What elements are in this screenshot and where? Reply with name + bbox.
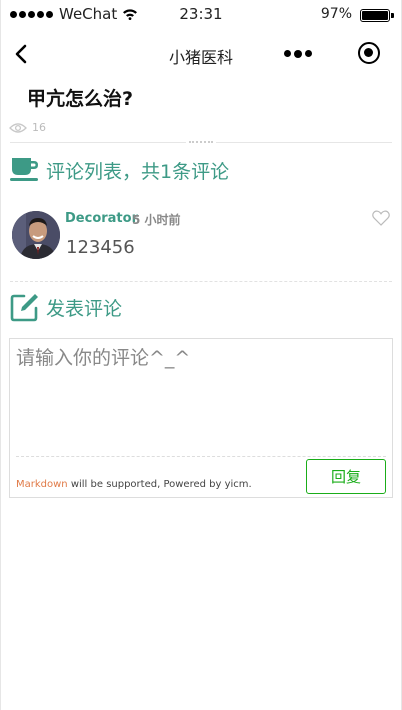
heart-icon[interactable]: [372, 210, 390, 226]
markdown-link[interactable]: Markdown: [16, 479, 68, 490]
close-mini-program-icon[interactable]: [358, 42, 380, 64]
view-count: 16: [9, 121, 46, 134]
markdown-note-text: will be supported, Powered by yicm.: [67, 479, 252, 490]
question-title: 甲亢怎么治?: [27, 88, 134, 110]
divider-ornament: [186, 139, 216, 145]
post-comment-title: 发表评论: [46, 297, 123, 320]
edit-icon: [10, 294, 38, 322]
comment-text: 123456: [66, 237, 135, 258]
comment-author[interactable]: Decorator: [65, 211, 138, 226]
avatar[interactable]: [12, 211, 60, 259]
mini-program-capsule: [284, 40, 384, 68]
status-bar: WeChat 23:31 97%: [0, 0, 402, 28]
more-icon[interactable]: [284, 49, 312, 58]
comment-list-title: 评论列表，共1条评论: [46, 160, 230, 183]
comment-input[interactable]: [10, 339, 392, 455]
avatar-image: [12, 211, 60, 259]
post-comment-header: 发表评论: [10, 292, 122, 322]
nav-bar: 小猪医科: [0, 34, 402, 74]
battery-percent: 97%: [320, 6, 352, 22]
eye-icon: [9, 122, 27, 133]
divider: [10, 281, 392, 282]
comment-form: Markdown will be supported, Powered by y…: [9, 338, 393, 498]
battery-icon: [360, 9, 394, 22]
coffee-cup-icon: [10, 158, 38, 181]
markdown-note: Markdown will be supported, Powered by y…: [16, 479, 252, 490]
comment-time: 5 小时前: [132, 213, 181, 227]
comment-list-header: 评论列表，共1条评论: [10, 155, 229, 185]
divider: [16, 456, 386, 457]
view-count-value: 16: [32, 121, 46, 134]
reply-button[interactable]: 回复: [306, 459, 386, 494]
